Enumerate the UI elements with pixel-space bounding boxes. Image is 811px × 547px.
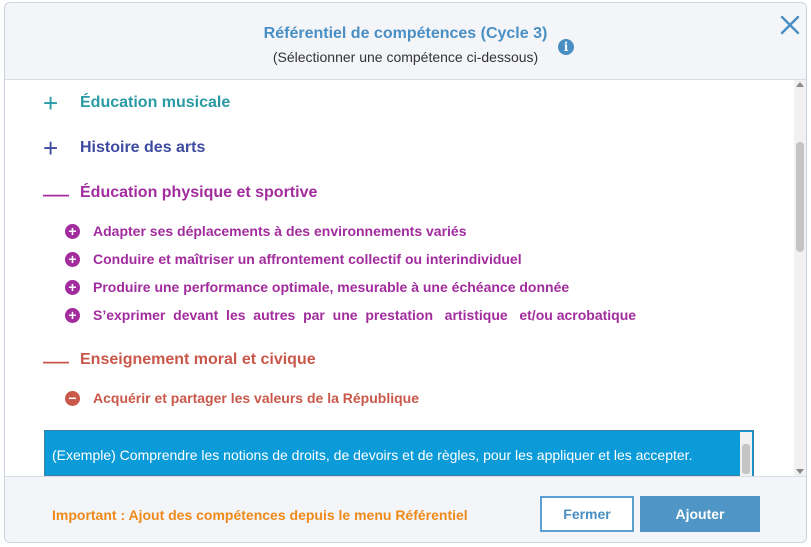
info-icon[interactable]: i	[558, 39, 574, 55]
minus-icon: —	[43, 345, 69, 375]
domain-education-musicale[interactable]: + Éducation musicale	[43, 90, 230, 116]
skill-item[interactable]: + S’exprimer devant les autres par une p…	[65, 305, 636, 325]
plus-circle-icon: +	[65, 251, 80, 267]
skill-item[interactable]: + Adapter ses déplacements à des environ…	[65, 221, 467, 241]
example-skill-selected[interactable]: (Exemple) Comprendre les notions de droi…	[44, 430, 754, 476]
scroll-thumb[interactable]	[796, 142, 804, 252]
skill-label: Conduire et maîtriser un affrontement co…	[93, 251, 522, 267]
domain-label: Éducation musicale	[80, 94, 231, 111]
domain-label: Éducation physique et sportive	[80, 184, 318, 201]
scroll-thumb[interactable]	[742, 444, 750, 474]
competence-dialog: Référentiel de compétences (Cycle 3) (Sé…	[4, 2, 807, 543]
domain-label: Enseignement moral et civique	[80, 351, 316, 368]
skill-label: Produire une performance optimale, mesur…	[93, 279, 570, 295]
plus-icon: +	[43, 88, 59, 118]
example-scrollbar[interactable]	[740, 432, 752, 476]
plus-circle-icon: +	[65, 223, 80, 239]
skill-label: Adapter ses déplacements à des environne…	[93, 223, 467, 239]
close-button[interactable]: Fermer	[540, 496, 634, 532]
skill-item[interactable]: − Acquérir et partager les valeurs de la…	[65, 388, 419, 408]
dialog-subtitle: (Sélectionner une compétence ci-dessous)	[272, 49, 539, 65]
add-button[interactable]: Ajouter	[640, 496, 760, 532]
domain-enseignement-moral[interactable]: — Enseignement moral et civique	[43, 347, 316, 373]
skill-item[interactable]: + Produire une performance optimale, mes…	[65, 277, 569, 297]
scroll-up-icon[interactable]	[796, 82, 804, 87]
skill-item[interactable]: + Conduire et maîtriser un affrontement …	[65, 249, 522, 269]
list-scrollbar[interactable]	[794, 80, 806, 476]
plus-circle-icon: +	[65, 307, 80, 323]
minus-circle-icon: −	[65, 390, 80, 406]
competence-list: + Éducation musicale + Histoire des arts…	[5, 80, 794, 476]
plus-circle-icon: +	[65, 279, 80, 295]
skill-label: Acquérir et partager les valeurs de la R…	[93, 390, 419, 406]
domain-histoire-des-arts[interactable]: + Histoire des arts	[43, 135, 205, 161]
skill-label: S’exprimer devant les autres par une pre…	[93, 307, 637, 323]
domain-label: Histoire des arts	[80, 139, 206, 156]
dialog-footer: Important : Ajout des compétences depuis…	[5, 476, 806, 542]
example-skill-text: (Exemple) Comprendre les notions de droi…	[52, 447, 693, 463]
minus-icon: —	[43, 178, 69, 208]
dialog-header: Référentiel de compétences (Cycle 3) (Sé…	[5, 3, 806, 80]
scroll-down-icon[interactable]	[796, 469, 804, 474]
plus-icon: +	[43, 133, 59, 163]
dialog-title: Référentiel de compétences (Cycle 3)	[263, 25, 548, 42]
domain-education-physique[interactable]: — Éducation physique et sportive	[43, 180, 317, 206]
notice-text: Important : Ajout des compétences depuis…	[52, 507, 468, 523]
close-icon[interactable]	[778, 13, 802, 37]
